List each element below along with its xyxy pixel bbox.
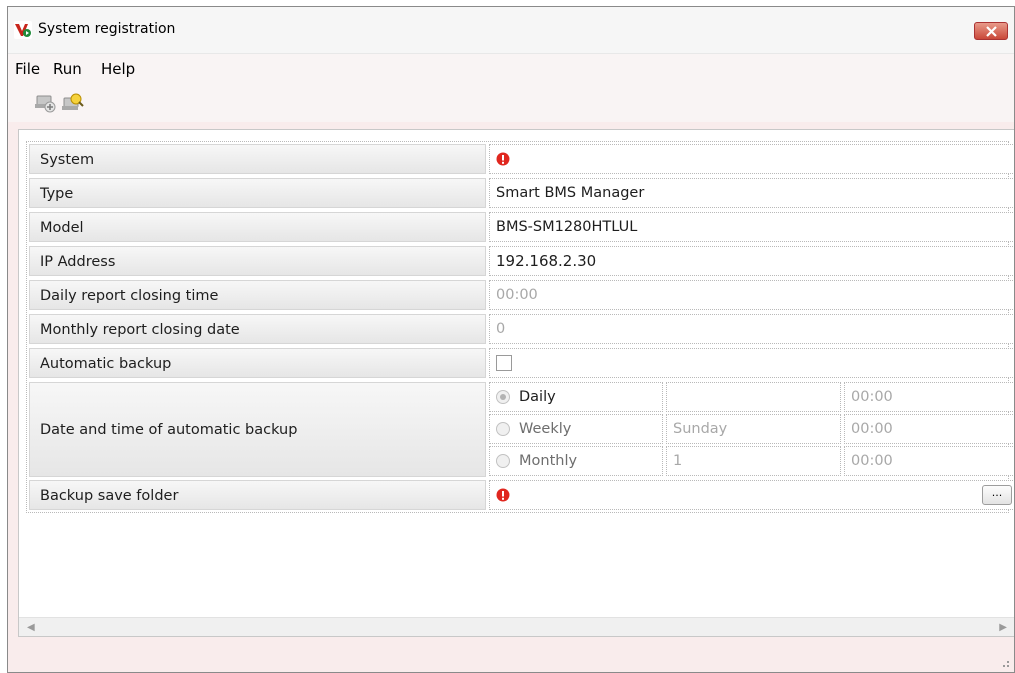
title-bar: System registration bbox=[8, 7, 1014, 54]
menu-run[interactable]: Run bbox=[53, 60, 82, 78]
error-icon bbox=[496, 152, 510, 166]
add-system-icon[interactable] bbox=[34, 92, 58, 114]
status-bar bbox=[8, 641, 1014, 672]
monthly-time-field[interactable]: 00:00 bbox=[844, 446, 1014, 476]
daily-option[interactable]: Daily bbox=[489, 382, 663, 412]
daily-closing-time-field[interactable]: 00:00 bbox=[489, 280, 1014, 310]
scroll-right-icon[interactable]: ▶ bbox=[999, 622, 1007, 633]
toolbar bbox=[8, 84, 1014, 122]
close-icon bbox=[986, 26, 997, 37]
weekly-day-field[interactable]: Sunday bbox=[666, 414, 841, 444]
ip-address-label: IP Address bbox=[29, 246, 486, 276]
backup-folder-label: Backup save folder bbox=[29, 480, 486, 510]
ip-address-field[interactable]: 192.168.2.30 bbox=[489, 246, 1014, 276]
property-grid: System Type Smart BMS Manager Model BMS-… bbox=[26, 141, 1014, 513]
error-icon bbox=[496, 488, 510, 502]
monthly-closing-date-field[interactable]: 0 bbox=[489, 314, 1014, 344]
monthly-option[interactable]: Monthly bbox=[489, 446, 663, 476]
automatic-backup-label: Automatic backup bbox=[29, 348, 486, 378]
window-title: System registration bbox=[38, 21, 176, 37]
automatic-backup-checkbox[interactable] bbox=[496, 355, 512, 371]
model-label: Model bbox=[29, 212, 486, 242]
monthly-radio[interactable] bbox=[496, 454, 510, 468]
backup-schedule-label: Date and time of automatic backup bbox=[29, 382, 486, 477]
registration-panel: System Type Smart BMS Manager Model BMS-… bbox=[18, 129, 1014, 637]
system-field[interactable] bbox=[489, 144, 1014, 174]
browse-folder-button[interactable]: ... bbox=[982, 485, 1012, 505]
search-system-icon[interactable] bbox=[61, 92, 85, 114]
menu-file[interactable]: File bbox=[15, 60, 40, 78]
type-value: Smart BMS Manager bbox=[489, 178, 1014, 208]
resize-grip-icon[interactable] bbox=[1000, 660, 1010, 670]
monthly-day-field[interactable]: 1 bbox=[666, 446, 841, 476]
daily-time-field[interactable]: 00:00 bbox=[844, 382, 1014, 412]
daily-radio[interactable] bbox=[496, 390, 510, 404]
scroll-left-icon[interactable]: ◀ bbox=[27, 622, 35, 633]
daily-closing-time-label: Daily report closing time bbox=[29, 280, 486, 310]
weekly-option-label: Weekly bbox=[519, 421, 572, 437]
weekly-time-field[interactable]: 00:00 bbox=[844, 414, 1014, 444]
daily-option-label: Daily bbox=[519, 389, 556, 405]
registration-window: System registration File Run Help System… bbox=[7, 6, 1015, 673]
menu-help[interactable]: Help bbox=[101, 60, 135, 78]
backup-folder-field[interactable]: ... bbox=[489, 480, 1014, 510]
menu-bar: File Run Help bbox=[8, 54, 1014, 84]
system-label: System bbox=[29, 144, 486, 174]
weekly-option[interactable]: Weekly bbox=[489, 414, 663, 444]
daily-param-field[interactable] bbox=[666, 382, 841, 412]
model-value: BMS-SM1280HTLUL bbox=[489, 212, 1014, 242]
close-button[interactable] bbox=[974, 22, 1008, 40]
type-label: Type bbox=[29, 178, 486, 208]
monthly-option-label: Monthly bbox=[519, 453, 578, 469]
horizontal-scrollbar[interactable]: ◀ ▶ bbox=[19, 617, 1014, 636]
weekly-radio[interactable] bbox=[496, 422, 510, 436]
app-logo-icon bbox=[14, 21, 32, 39]
automatic-backup-cell bbox=[489, 348, 1014, 378]
monthly-closing-date-label: Monthly report closing date bbox=[29, 314, 486, 344]
